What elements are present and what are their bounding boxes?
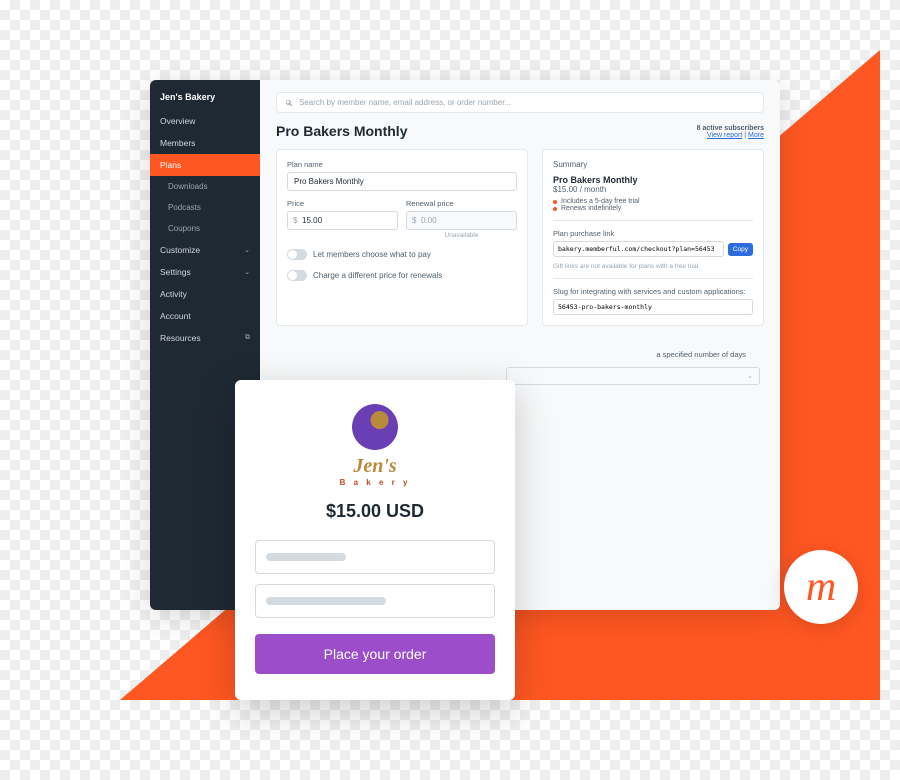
checkout-amount: $15.00 USD xyxy=(255,501,495,522)
summary-heading: Summary xyxy=(553,160,753,169)
currency-symbol: $ xyxy=(293,216,297,225)
place-order-button[interactable]: Place your order xyxy=(255,634,495,674)
unavailable-text: Unavailable xyxy=(406,232,517,239)
plan-form-card: Plan name Price $ Renewal price $ Unava xyxy=(276,149,528,326)
peek-text: a specified number of days xyxy=(506,350,746,359)
gift-note: Gift links are not available for plans w… xyxy=(553,263,753,270)
summary-card: Summary Pro Bakers Monthly $15.00 / mont… xyxy=(542,149,764,326)
sidebar-item-label: Members xyxy=(160,138,195,148)
search-input[interactable]: Search by member name, email address, or… xyxy=(276,92,764,113)
sidebar-item-label: Account xyxy=(160,311,191,321)
sidebar-item-label: Downloads xyxy=(168,182,208,191)
plan-name-input[interactable] xyxy=(287,172,517,191)
badge-glyph: m xyxy=(806,566,836,608)
sidebar-item-overview[interactable]: Overview xyxy=(150,110,260,132)
sidebar-item-label: Podcasts xyxy=(168,203,201,212)
memberful-badge-icon: m xyxy=(784,550,858,624)
sidebar-item-label: Plans xyxy=(160,160,181,170)
sidebar-item-podcasts[interactable]: Podcasts xyxy=(150,197,260,218)
slug-label: Slug for integrating with services and c… xyxy=(553,287,753,296)
peek-select[interactable]: ⌄ xyxy=(506,367,760,385)
brand-subtitle: B a k e r y xyxy=(255,478,495,487)
summary-title: Pro Bakers Monthly xyxy=(553,175,753,185)
sidebar-item-label: Activity xyxy=(160,289,187,299)
checkout-field-2[interactable] xyxy=(255,584,495,618)
purchase-link-label: Plan purchase link xyxy=(553,229,753,238)
sidebar-item-label: Resources xyxy=(160,333,201,343)
sidebar-item-resources[interactable]: Resources ⧉ xyxy=(150,327,260,349)
sidebar-item-customize[interactable]: Customize ⌄ xyxy=(150,239,260,261)
price-label: Price xyxy=(287,199,398,208)
price-input[interactable] xyxy=(287,211,398,230)
sidebar-item-settings[interactable]: Settings ⌄ xyxy=(150,261,260,283)
chevron-down-icon: ⌄ xyxy=(747,372,753,380)
currency-symbol: $ xyxy=(412,216,416,225)
more-link[interactable]: More xyxy=(748,132,764,139)
placeholder-bar xyxy=(266,553,346,561)
sidebar-item-label: Coupons xyxy=(168,224,200,233)
sidebar-item-label: Overview xyxy=(160,116,195,126)
checkout-card: Jen's B a k e r y $15.00 USD Place your … xyxy=(235,380,515,700)
view-report-link[interactable]: View report xyxy=(707,132,742,139)
page-meta: 8 active subscribers View report | More xyxy=(697,125,764,139)
brand-name: Jen's xyxy=(255,456,495,476)
chevron-down-icon: ⌄ xyxy=(244,246,250,254)
summary-bullet: Includes a 5-day free trial xyxy=(553,198,753,205)
sidebar-item-activity[interactable]: Activity xyxy=(150,283,260,305)
sidebar-item-plans[interactable]: Plans xyxy=(150,154,260,176)
sidebar-item-members[interactable]: Members xyxy=(150,132,260,154)
placeholder-bar xyxy=(266,597,386,605)
toggle-renewal-price[interactable] xyxy=(287,270,307,281)
chevron-down-icon: ⌄ xyxy=(244,268,250,276)
toggle-label: Let members choose what to pay xyxy=(313,250,431,259)
sidebar-item-account[interactable]: Account xyxy=(150,305,260,327)
sidebar-item-coupons[interactable]: Coupons xyxy=(150,218,260,239)
copy-button[interactable]: Copy xyxy=(728,243,753,256)
search-placeholder: Search by member name, email address, or… xyxy=(299,98,511,107)
summary-bullet: Renews indefinitely xyxy=(553,205,753,212)
renewal-price-label: Renewal price xyxy=(406,199,517,208)
brand-logo-icon xyxy=(352,404,398,450)
external-link-icon: ⧉ xyxy=(245,334,250,342)
workspace-title: Jen's Bakery xyxy=(150,86,260,110)
sidebar-item-downloads[interactable]: Downloads xyxy=(150,176,260,197)
slug-value[interactable]: 56453-pro-bakers-monthly xyxy=(553,299,753,315)
renewal-price-input xyxy=(406,211,517,230)
sidebar-item-label: Customize xyxy=(160,245,200,255)
toggle-choose-price[interactable] xyxy=(287,249,307,260)
search-icon xyxy=(285,99,293,107)
page-title: Pro Bakers Monthly xyxy=(276,123,407,139)
checkout-field-1[interactable] xyxy=(255,540,495,574)
summary-price: $15.00 / month xyxy=(553,185,753,194)
plan-name-label: Plan name xyxy=(287,160,517,169)
purchase-link-box[interactable]: bakery.memberful.com/checkout?plan=56453 xyxy=(553,241,724,257)
subscriber-count: 8 active subscribers xyxy=(697,125,764,132)
toggle-label: Charge a different price for renewals xyxy=(313,271,442,280)
sidebar-item-label: Settings xyxy=(160,267,191,277)
